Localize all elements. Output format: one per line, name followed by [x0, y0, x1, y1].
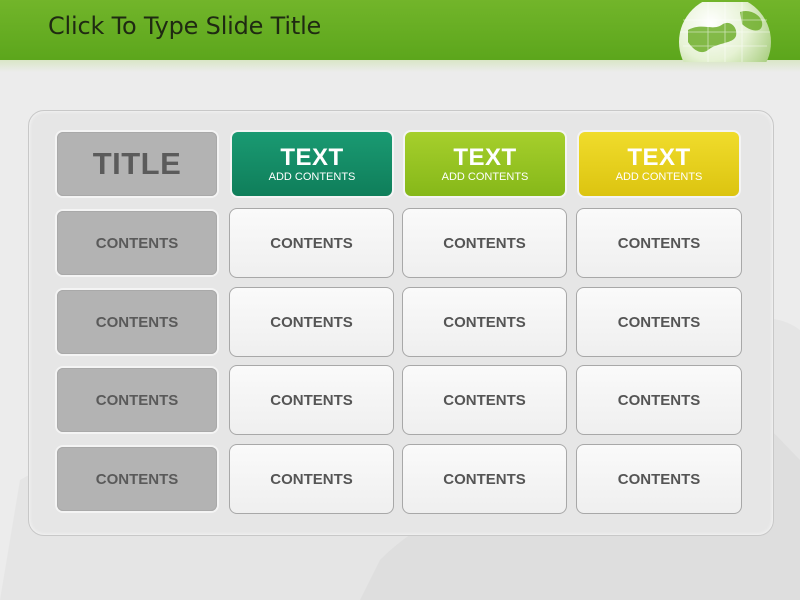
column-header-sub: ADD CONTENTS — [441, 170, 529, 183]
table-cell[interactable]: CONTENTS — [576, 444, 742, 514]
table-cell[interactable]: CONTENTS — [576, 208, 742, 278]
column-header-3[interactable]: TEXT ADD CONTENTS — [579, 132, 739, 196]
column-header-2[interactable]: TEXT ADD CONTENTS — [405, 132, 565, 196]
row-label-cell[interactable]: CONTENTS — [57, 211, 217, 275]
column-header-sub: ADD CONTENTS — [615, 170, 703, 183]
column-header-1[interactable]: TEXT ADD CONTENTS — [232, 132, 392, 196]
column-header-sub: ADD CONTENTS — [268, 170, 356, 183]
table-cell[interactable]: CONTENTS — [576, 287, 742, 357]
table-cell[interactable]: CONTENTS — [402, 444, 567, 514]
table-cell[interactable]: CONTENTS — [229, 208, 394, 278]
table-title-cell[interactable]: TITLE — [57, 132, 217, 196]
row-label-cell[interactable]: CONTENTS — [57, 290, 217, 354]
slide-title[interactable]: Click To Type Slide Title — [48, 12, 321, 40]
column-header-label: TEXT — [453, 143, 517, 171]
table-cell[interactable]: CONTENTS — [402, 208, 567, 278]
globe-icon — [679, 2, 771, 62]
column-header-label: TEXT — [627, 143, 691, 171]
table-cell[interactable]: CONTENTS — [229, 365, 394, 435]
row-label-cell[interactable]: CONTENTS — [57, 368, 217, 432]
table-cell[interactable]: CONTENTS — [576, 365, 742, 435]
column-header-label: TEXT — [280, 143, 344, 171]
table-cell[interactable]: CONTENTS — [229, 444, 394, 514]
table-cell[interactable]: CONTENTS — [229, 287, 394, 357]
table-title: TITLE — [92, 146, 182, 181]
table-cell[interactable]: CONTENTS — [402, 365, 567, 435]
table-cell[interactable]: CONTENTS — [402, 287, 567, 357]
row-label-cell[interactable]: CONTENTS — [57, 447, 217, 511]
